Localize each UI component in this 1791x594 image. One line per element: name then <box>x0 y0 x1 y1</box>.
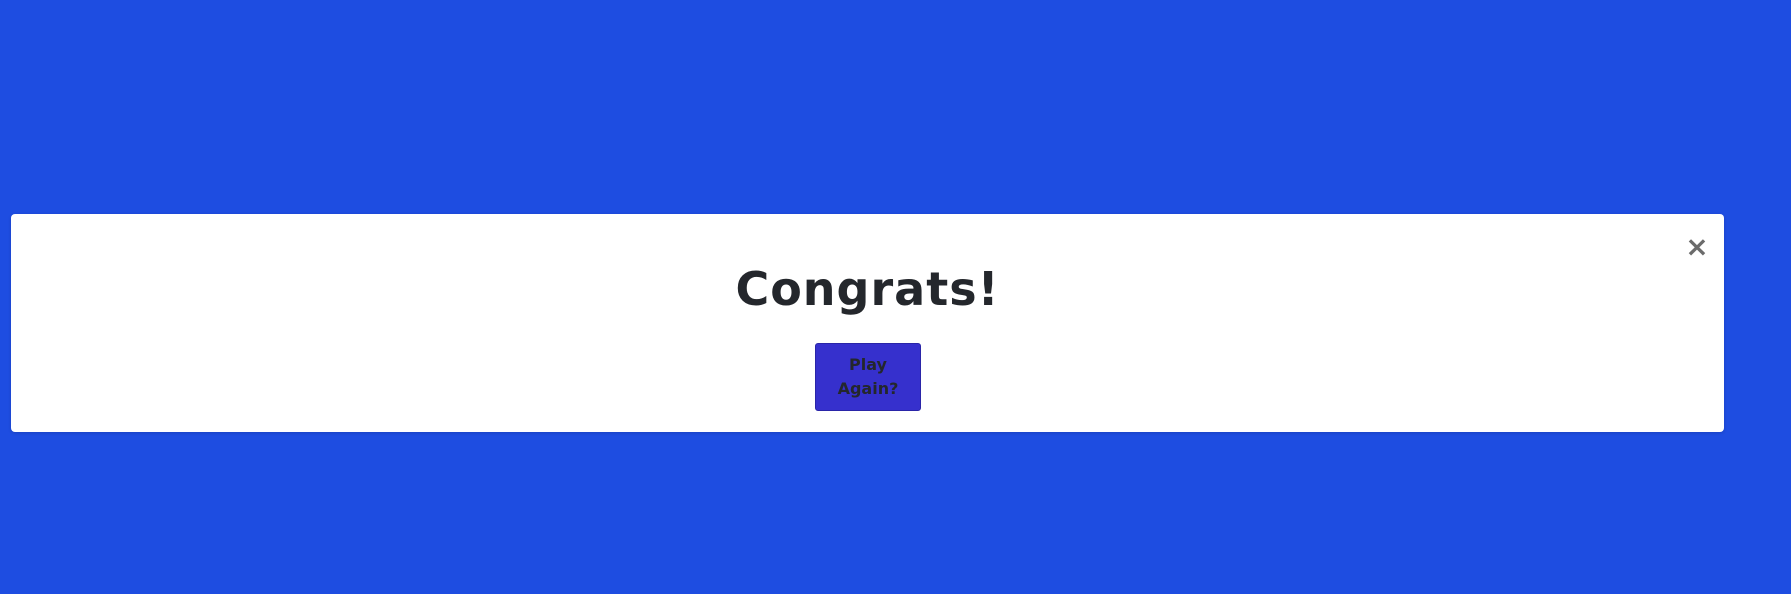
game-screen: × Congrats! Play Again? <box>0 0 1791 594</box>
close-icon[interactable]: × <box>1685 232 1708 262</box>
congrats-modal: × Congrats! Play Again? <box>11 214 1724 432</box>
play-again-button[interactable]: Play Again? <box>815 343 921 411</box>
modal-title: Congrats! <box>735 262 1000 316</box>
